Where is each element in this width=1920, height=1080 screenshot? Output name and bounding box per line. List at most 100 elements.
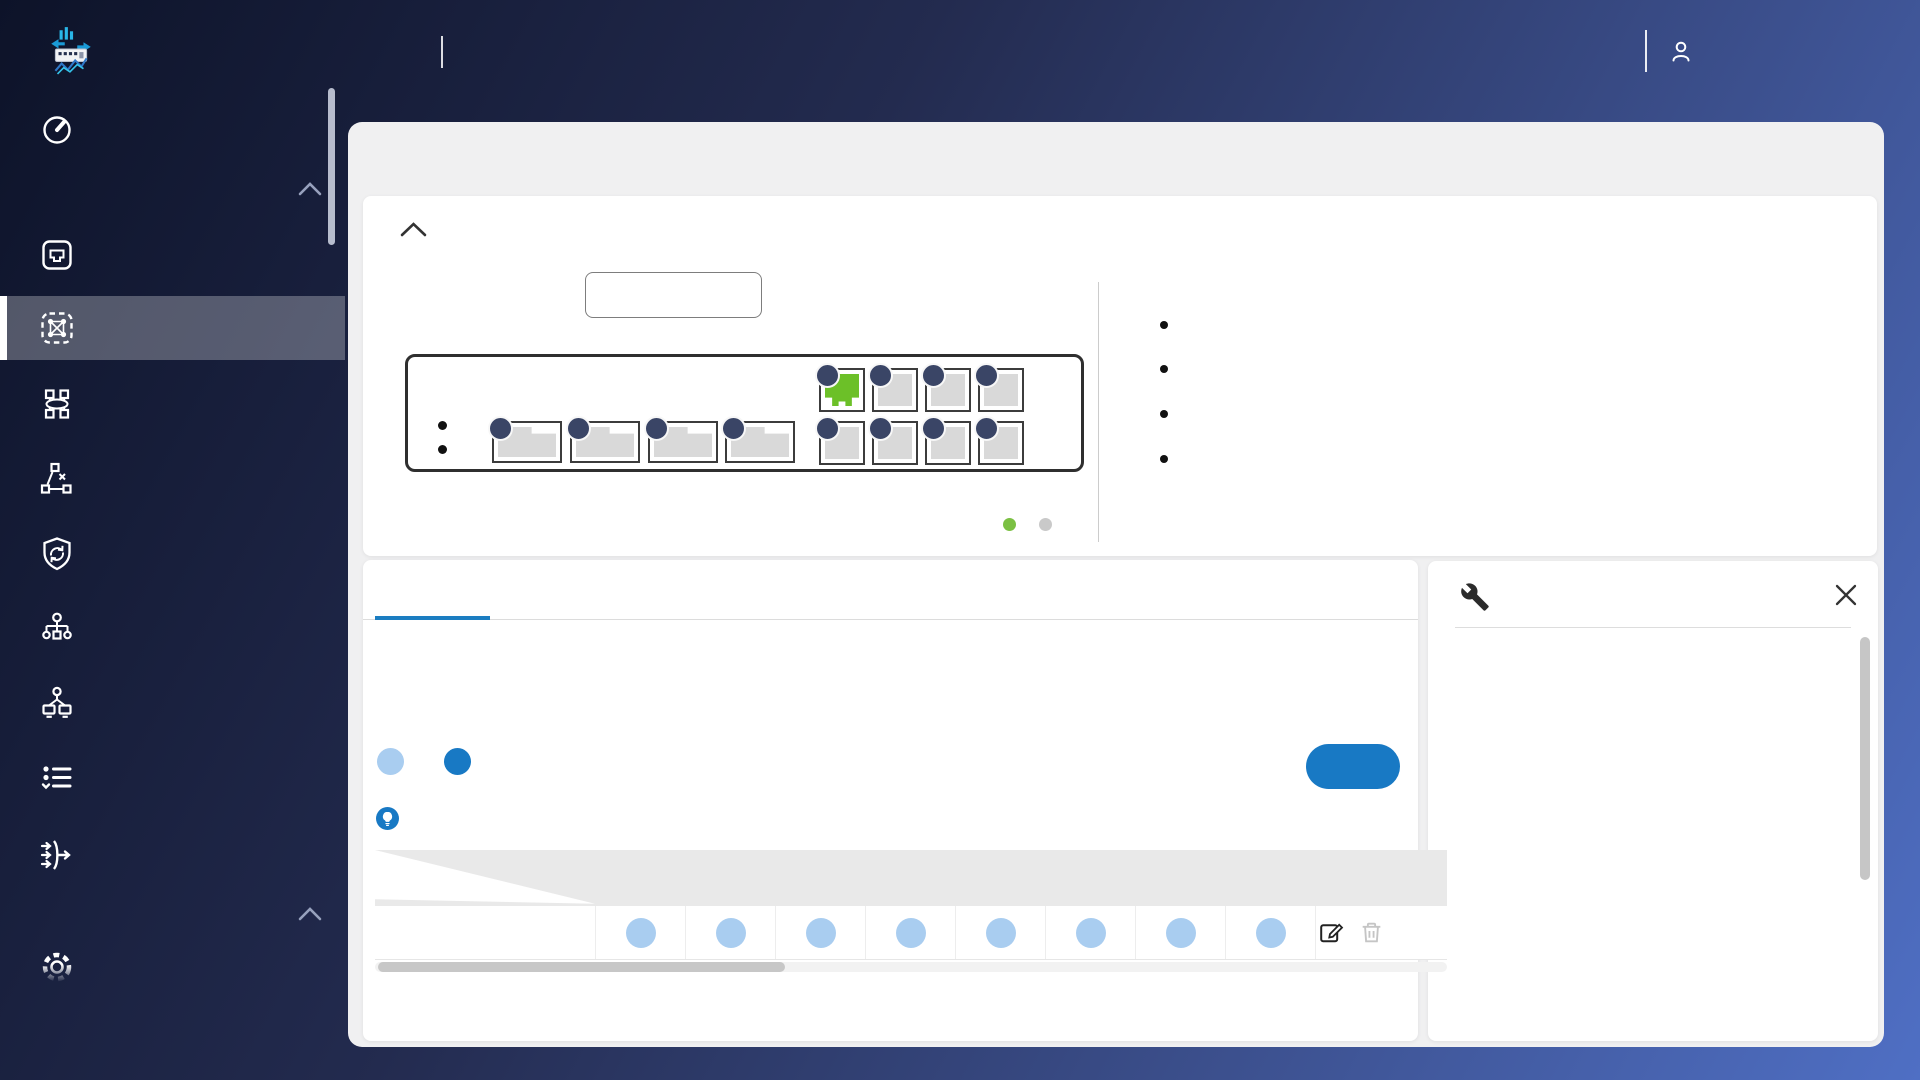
column-header	[685, 850, 775, 906]
header-divider-2	[1645, 30, 1647, 72]
port-4	[721, 416, 795, 463]
edit-icon[interactable]	[1318, 919, 1345, 951]
help-scrollbar-thumb[interactable]	[1860, 637, 1870, 880]
sidebar-item-loop-protection[interactable]	[0, 522, 345, 586]
port-status-legend	[1003, 510, 1093, 538]
vlan-card	[363, 560, 1447, 1041]
port-number-badge	[815, 363, 840, 388]
sidebar-item-qos[interactable]	[0, 823, 345, 887]
status-row-disabled	[1160, 445, 1224, 473]
qss-logo-icon	[51, 27, 91, 75]
port-number-badge	[921, 416, 946, 441]
sidebar-item-link-aggregation[interactable]	[0, 372, 345, 436]
port-number-badge	[868, 363, 893, 388]
table-hscroll-thumb[interactable]	[378, 962, 785, 972]
link-aggregation-icon	[34, 381, 80, 427]
led-indicator	[438, 421, 447, 430]
table-hscroll-track[interactable]	[375, 962, 1447, 972]
tip-icon	[376, 807, 399, 835]
user-menu[interactable]	[1668, 30, 1722, 74]
sidebar-item-port-management[interactable]	[0, 223, 345, 287]
untagged-badge-icon	[716, 917, 746, 948]
close-icon[interactable]	[1834, 583, 1858, 612]
vertical-divider	[1098, 282, 1099, 542]
action-cell	[1315, 906, 1448, 959]
port-number-badge	[488, 416, 513, 441]
sidebar-item-system-settings[interactable]	[0, 935, 345, 999]
tab-divider	[363, 619, 1418, 620]
sidebar-item-vlan[interactable]	[0, 296, 345, 360]
ethernet-port-icon	[34, 232, 80, 278]
column-header	[865, 850, 955, 906]
tag-legend	[377, 748, 480, 775]
main-content-panel	[348, 122, 1884, 1047]
trash-icon[interactable]	[1358, 919, 1385, 951]
column-header	[1045, 850, 1135, 906]
gear-icon	[34, 944, 80, 990]
untagged-badge-icon	[806, 917, 836, 948]
untagged-badge-icon	[1166, 917, 1196, 948]
sidebar-item-igmp-snooping[interactable]	[0, 672, 345, 736]
sidebar-scrollbar[interactable]	[328, 88, 335, 245]
port-3	[644, 416, 718, 463]
port-6	[815, 416, 865, 465]
port-11	[974, 363, 1024, 412]
shield-loop-icon	[34, 531, 80, 577]
status-row-enabled	[1160, 400, 1224, 428]
port-1	[488, 416, 562, 463]
sidebar-section-configuration[interactable]	[0, 170, 345, 210]
sidebar-item-acl[interactable]	[0, 747, 345, 811]
rule-list-icon	[34, 756, 80, 802]
dashboard-collapse-icon[interactable]	[400, 221, 427, 243]
untagged-badge-icon	[986, 917, 1016, 948]
column-header-action	[1295, 850, 1387, 906]
user-icon	[1672, 41, 1690, 62]
lldp-tree-icon	[34, 606, 80, 652]
rstp-topology-icon	[34, 456, 80, 502]
sidebar-section-system[interactable]	[0, 895, 345, 935]
bullet-icon	[1160, 365, 1168, 373]
wrench-icon	[1460, 582, 1490, 617]
port-number-badge	[644, 416, 669, 441]
column-header	[1135, 850, 1225, 906]
untagged-badge-icon	[1256, 917, 1286, 948]
port-number-badge	[921, 363, 946, 388]
help-divider	[1455, 627, 1851, 628]
port-number-badge	[721, 416, 746, 441]
vlan-table	[375, 850, 1447, 972]
switch-faceplate	[405, 354, 1084, 472]
port-number-badge	[974, 416, 999, 441]
igmp-hosts-icon	[34, 681, 80, 727]
table-row	[375, 906, 1447, 960]
status-row-link-down	[1160, 355, 1224, 383]
help-panel	[1428, 561, 1878, 1041]
column-header	[955, 850, 1045, 906]
bullet-icon	[1160, 410, 1168, 418]
device-view-dropdown[interactable]	[585, 272, 762, 318]
port-7	[868, 363, 918, 412]
chevron-up-icon	[298, 907, 322, 926]
bullet-icon	[1160, 455, 1168, 463]
add-button[interactable]	[1306, 744, 1400, 789]
tagged-badge-icon	[444, 748, 471, 775]
sidebar-item-overview[interactable]	[0, 98, 345, 162]
untagged-badge-icon	[377, 748, 404, 775]
port-number-badge	[815, 416, 840, 441]
port-number-badge	[974, 363, 999, 388]
status-row-link-up	[1160, 311, 1224, 339]
bullet-icon	[1160, 321, 1168, 329]
vlan-network-icon	[34, 305, 80, 351]
led-indicator	[438, 445, 447, 454]
untagged-badge-icon	[1076, 917, 1106, 948]
port-9	[921, 363, 971, 412]
link-down-dot-icon	[1039, 517, 1052, 531]
selected-indicator	[0, 296, 7, 360]
tab-active-underline	[375, 616, 490, 620]
gauge-icon	[34, 107, 80, 153]
port-number-badge	[566, 416, 591, 441]
dashboard-card	[363, 196, 1877, 556]
untagged-badge-icon	[626, 917, 656, 948]
chevron-up-icon	[298, 182, 322, 201]
sidebar-item-lldp[interactable]	[0, 597, 345, 661]
sidebar-item-rstp[interactable]	[0, 447, 345, 511]
